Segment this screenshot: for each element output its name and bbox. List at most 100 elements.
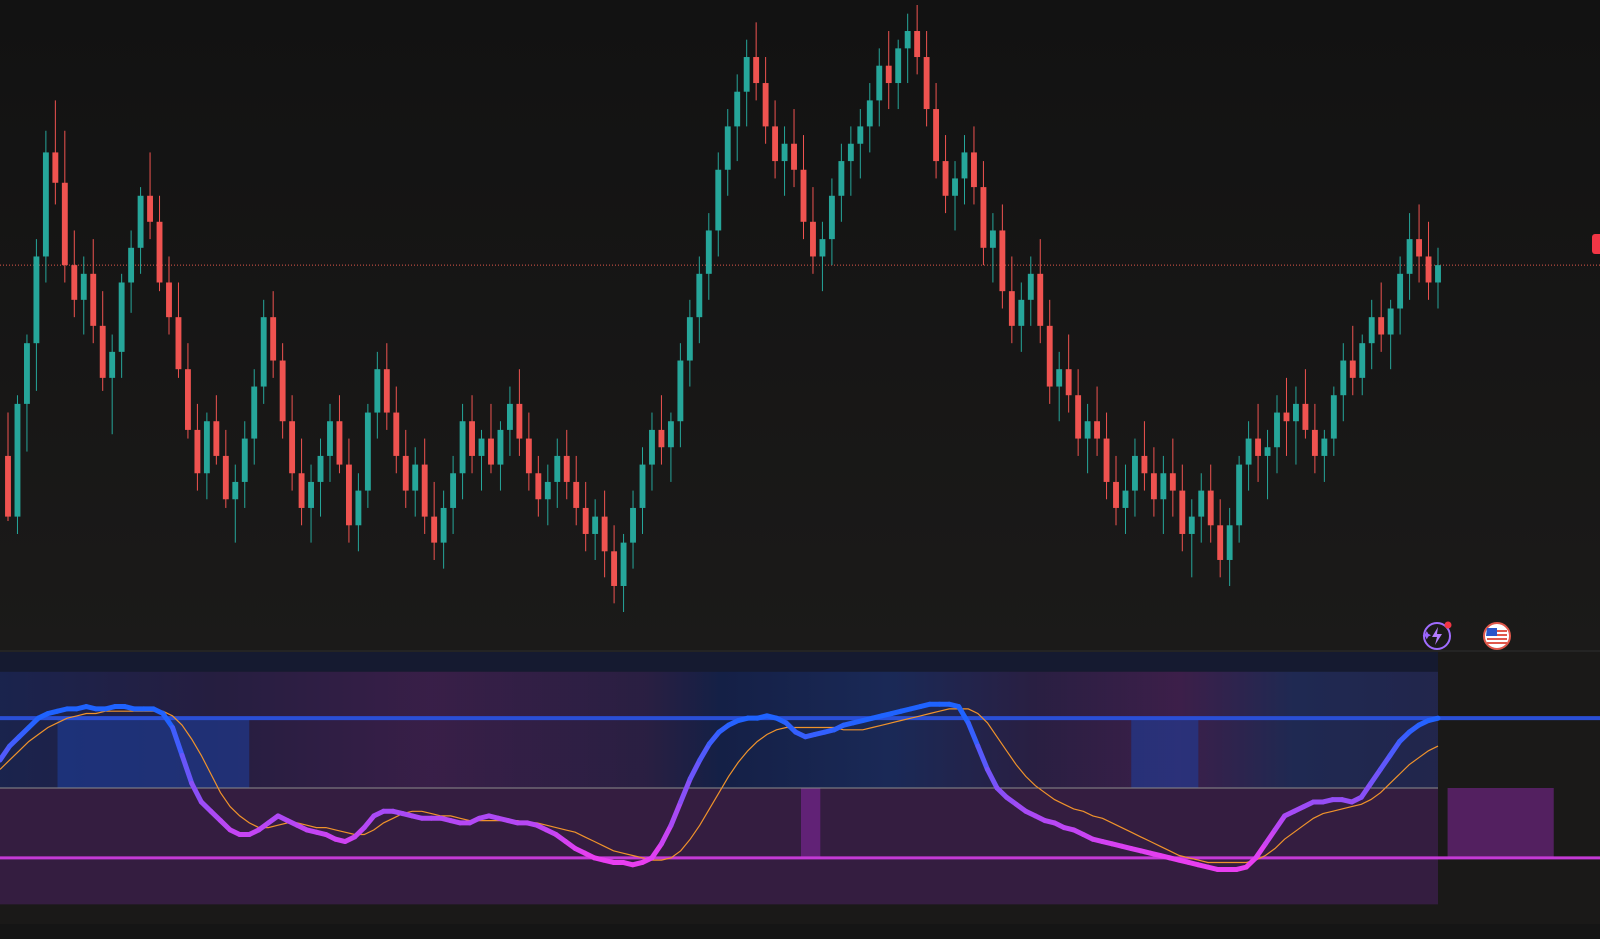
candle-body bbox=[42, 152, 49, 257]
candle bbox=[383, 343, 390, 430]
price-chart-pane[interactable] bbox=[0, 0, 1600, 650]
candle-body bbox=[118, 282, 125, 352]
candle-body bbox=[308, 481, 314, 508]
candle-body bbox=[999, 230, 1006, 292]
candle bbox=[573, 455, 580, 526]
candle bbox=[1255, 403, 1262, 482]
candle bbox=[1046, 299, 1053, 404]
candle-body bbox=[194, 429, 201, 474]
candle-body bbox=[1132, 455, 1138, 491]
candle-body bbox=[667, 421, 674, 448]
candle-body bbox=[857, 126, 864, 144]
candle bbox=[1027, 256, 1034, 326]
region-flag-icon[interactable] bbox=[1482, 621, 1512, 651]
candle-body bbox=[1207, 490, 1214, 526]
candle bbox=[222, 429, 229, 508]
candle-body bbox=[933, 109, 940, 162]
candle bbox=[649, 412, 655, 491]
candle bbox=[535, 455, 542, 517]
candle bbox=[497, 421, 504, 491]
candle bbox=[1084, 403, 1091, 474]
ai-assistant-icon[interactable] bbox=[1422, 621, 1452, 651]
candle bbox=[904, 13, 911, 84]
candle bbox=[971, 126, 977, 205]
candle bbox=[677, 343, 684, 448]
candle bbox=[1113, 455, 1119, 526]
candle-body bbox=[1330, 395, 1337, 439]
candle-body bbox=[544, 481, 551, 500]
candle bbox=[696, 256, 703, 344]
candle-body bbox=[705, 230, 712, 274]
candle-body bbox=[1368, 317, 1375, 344]
candle bbox=[753, 22, 760, 101]
candle-body bbox=[1065, 369, 1072, 396]
candle-body bbox=[658, 429, 665, 448]
candle-body bbox=[847, 143, 854, 162]
candle bbox=[166, 256, 172, 335]
candle-body bbox=[828, 195, 835, 240]
candle bbox=[279, 343, 286, 439]
candle bbox=[1368, 299, 1375, 370]
candle-body bbox=[989, 230, 996, 248]
candle bbox=[791, 109, 797, 188]
candle-body bbox=[222, 455, 229, 500]
candle-body bbox=[1179, 490, 1186, 534]
candle-body bbox=[620, 542, 627, 586]
candle-body bbox=[393, 412, 400, 456]
candle bbox=[1169, 438, 1176, 517]
candle-body bbox=[488, 438, 494, 465]
candle-body bbox=[819, 239, 826, 257]
candle bbox=[431, 481, 438, 560]
candle bbox=[1349, 325, 1356, 396]
candle bbox=[658, 395, 665, 465]
candle bbox=[241, 421, 248, 508]
oscillator-pane[interactable] bbox=[0, 652, 1600, 924]
candle bbox=[194, 403, 201, 491]
candle-body bbox=[866, 100, 873, 127]
candle bbox=[1293, 386, 1299, 465]
candle-body bbox=[1150, 473, 1157, 500]
candle bbox=[52, 100, 59, 205]
time-axis-strip bbox=[0, 924, 1600, 939]
candle bbox=[1094, 386, 1101, 456]
oscillator-chart[interactable] bbox=[0, 652, 1600, 924]
candle-body bbox=[592, 516, 599, 534]
candle bbox=[1217, 499, 1224, 578]
candle-body bbox=[563, 455, 570, 482]
candle bbox=[506, 386, 513, 456]
candle-body bbox=[260, 317, 267, 387]
candle-body bbox=[971, 152, 977, 188]
candle bbox=[1274, 395, 1280, 474]
candle bbox=[14, 395, 21, 534]
candle bbox=[61, 130, 68, 283]
candle bbox=[260, 299, 267, 404]
candle bbox=[828, 178, 835, 266]
candle-body bbox=[232, 481, 239, 500]
candle-body bbox=[298, 473, 305, 508]
candlestick-chart[interactable] bbox=[0, 0, 1600, 650]
candle bbox=[251, 369, 258, 465]
candle bbox=[914, 5, 921, 75]
candle-body bbox=[497, 429, 504, 465]
candle bbox=[156, 195, 163, 292]
candle bbox=[1150, 447, 1157, 517]
candle-body bbox=[213, 421, 220, 456]
candle bbox=[525, 412, 532, 491]
candle bbox=[630, 490, 636, 569]
candle-body bbox=[506, 403, 513, 430]
candle bbox=[857, 109, 864, 179]
candle-body bbox=[270, 317, 277, 361]
candle bbox=[270, 291, 277, 378]
candle bbox=[999, 204, 1006, 309]
candle bbox=[364, 403, 371, 508]
candle-body bbox=[762, 83, 769, 127]
candle-body bbox=[1075, 395, 1082, 439]
candle-body bbox=[753, 57, 760, 84]
candle-body bbox=[147, 195, 153, 222]
candle-body bbox=[1245, 438, 1252, 465]
candle bbox=[715, 152, 722, 257]
candle-body bbox=[1274, 412, 1280, 448]
overbought-highlight bbox=[57, 718, 250, 788]
candle bbox=[1122, 464, 1129, 534]
candle-body bbox=[535, 473, 542, 500]
